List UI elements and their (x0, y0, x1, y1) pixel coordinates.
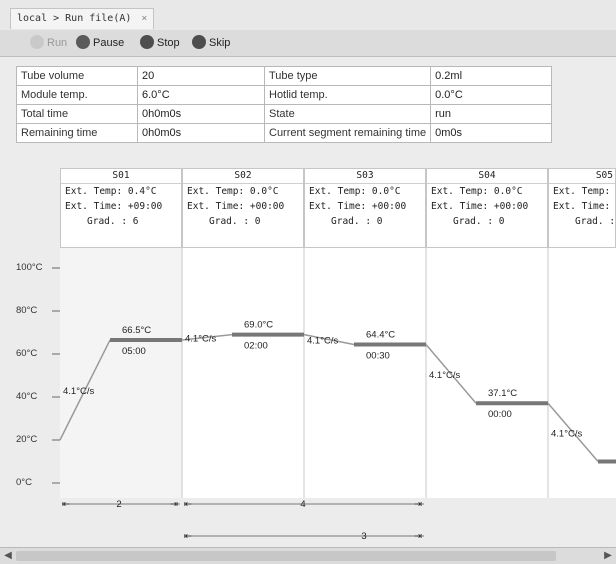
table-row: Total time 0h0m0s State run (16, 104, 553, 124)
temperature-profile-plot: 4.1°C/s 66.5°C 05:00 4.1°C/s 69.0°C 02:00 4.1°… (52, 248, 616, 542)
ext-temp: Ext. Temp: 0.4°C (65, 186, 157, 197)
hotlid-temp-label: Hotlid temp. (263, 85, 432, 105)
hold-time-label: 00:00 (488, 409, 512, 420)
loop-start-icon: ⇤ (62, 499, 70, 510)
run-info-table: Tube volume 20 Tube type 0.2ml Module te… (16, 66, 553, 143)
ext-temp: Ext. Temp: 0.0°C (187, 186, 279, 197)
tube-volume-value: 20 (137, 66, 265, 86)
tab-bar: local > Run file(A) × (0, 0, 616, 31)
hold-time-label: 05:00 (122, 346, 146, 357)
skip-label: Skip (209, 37, 231, 49)
grad: Grad. : 0 (331, 216, 383, 227)
ext-temp: Ext. Temp: 0.0°C (431, 186, 523, 197)
loop-count: 2 (116, 499, 121, 510)
ext-temp: Ext. Temp: ( (553, 186, 616, 197)
ramp-rate-label: 4.1°C/s (429, 370, 461, 381)
segment-id: S02 (183, 169, 303, 184)
segment-header-s03[interactable]: S03 Ext. Temp: 0.0°C Ext. Time: +00:00 G… (304, 168, 426, 248)
hold-time-label: 00:30 (366, 351, 390, 362)
grad: Grad. : 0 (575, 216, 616, 227)
skip-button[interactable]: Skip (192, 34, 230, 52)
ext-temp: Ext. Temp: 0.0°C (309, 186, 401, 197)
segment-id: S01 (61, 169, 181, 184)
segment-panel-s01 (60, 248, 182, 498)
ramp-rate-label: 4.1°C/s (185, 333, 217, 344)
ext-time: Ext. Time: +00:00 (309, 201, 407, 212)
run-icon (30, 35, 44, 49)
grad: Grad. : 6 (87, 216, 139, 227)
loop-start-icon: ⇤ (184, 499, 192, 510)
scrollbar-thumb[interactable] (16, 551, 556, 561)
stop-icon (140, 35, 154, 49)
loop-end-icon: ⇥ (414, 499, 422, 510)
total-time-value: 0h0m0s (137, 104, 265, 124)
ramp-rate-label: 4.1°C/s (551, 428, 583, 439)
segment-id: S04 (427, 169, 547, 184)
segment-header-s01[interactable]: S01 Ext. Temp: 0.4°C Ext. Time: +09:00 G… (60, 168, 182, 248)
ext-time: Ext. Time: +09:00 (65, 201, 163, 212)
grad: Grad. : 0 (453, 216, 505, 227)
segment-header-s04[interactable]: S04 Ext. Temp: 0.0°C Ext. Time: +00:00 G… (426, 168, 548, 248)
total-time-label: Total time (16, 104, 138, 124)
state-value: run (430, 104, 553, 124)
loop-end-icon: ⇥ (414, 531, 422, 542)
ramp-rate-label: 4.1°C/s (307, 336, 339, 347)
table-row: Module temp. 6.0°C Hotlid temp. 0.0°C (16, 85, 553, 105)
segment-remaining-label: Current segment remaining time (263, 123, 432, 143)
horizontal-scrollbar[interactable]: ◀ ▶ (0, 547, 616, 564)
stop-label: Stop (157, 37, 180, 49)
target-temp-label: 69.0°C (244, 320, 273, 331)
loop-start-icon: ⇤ (184, 531, 192, 542)
segment-id: S05 (549, 169, 615, 184)
ramp-rate-label: 4.1°C/s (63, 386, 95, 397)
scroll-right-icon[interactable]: ▶ (601, 549, 615, 563)
loop-count: 3 (361, 531, 366, 542)
remaining-time-value: 0h0m0s (137, 123, 265, 143)
segment-id: S03 (305, 169, 425, 184)
tube-type-value: 0.2ml (430, 66, 553, 86)
tube-volume-label: Tube volume (16, 66, 138, 86)
tab-label: local > Run file(A) (17, 13, 132, 24)
state-label: State (263, 104, 432, 124)
stop-button[interactable]: Stop (140, 34, 180, 52)
toolbar: Run Pause Stop Skip (0, 30, 616, 57)
table-row: Tube volume 20 Tube type 0.2ml (16, 66, 553, 86)
grad: Grad. : 0 (209, 216, 261, 227)
pause-label: Pause (93, 37, 125, 49)
segment-header-s05[interactable]: S05 Ext. Temp: ( Ext. Time: 4 Grad. : 0 (548, 168, 616, 248)
pause-icon (76, 35, 90, 49)
run-button[interactable]: Run (30, 34, 67, 52)
ext-time: Ext. Time: 4 (553, 201, 616, 212)
hotlid-temp-value: 0.0°C (430, 85, 553, 105)
tube-type-label: Tube type (263, 66, 432, 86)
module-temp-label: Module temp. (16, 85, 138, 105)
segment-panels (182, 248, 616, 498)
remaining-time-label: Remaining time (16, 123, 138, 143)
ext-time: Ext. Time: +00:00 (187, 201, 285, 212)
tab-run-file[interactable]: local > Run file(A) × (10, 8, 155, 29)
run-label: Run (47, 37, 68, 49)
segment-remaining-value: 0m0s (430, 123, 553, 143)
target-temp-label: 37.1°C (488, 388, 517, 399)
skip-icon (192, 35, 206, 49)
hold-time-label: 02:00 (244, 341, 268, 352)
pause-button[interactable]: Pause (76, 34, 124, 52)
loop-count: 4 (300, 499, 305, 510)
loop-end-icon: ⇥ (170, 499, 178, 510)
table-row: Remaining time 0h0m0s Current segment re… (16, 123, 553, 143)
target-temp-label: 64.4°C (366, 330, 395, 341)
segment-header-s02[interactable]: S02 Ext. Temp: 0.0°C Ext. Time: +00:00 G… (182, 168, 304, 248)
target-temp-label: 66.5°C (122, 325, 151, 336)
module-temp-value: 6.0°C (137, 85, 265, 105)
ext-time: Ext. Time: +00:00 (431, 201, 529, 212)
scroll-left-icon[interactable]: ◀ (1, 549, 15, 563)
close-icon[interactable]: × (141, 13, 147, 24)
